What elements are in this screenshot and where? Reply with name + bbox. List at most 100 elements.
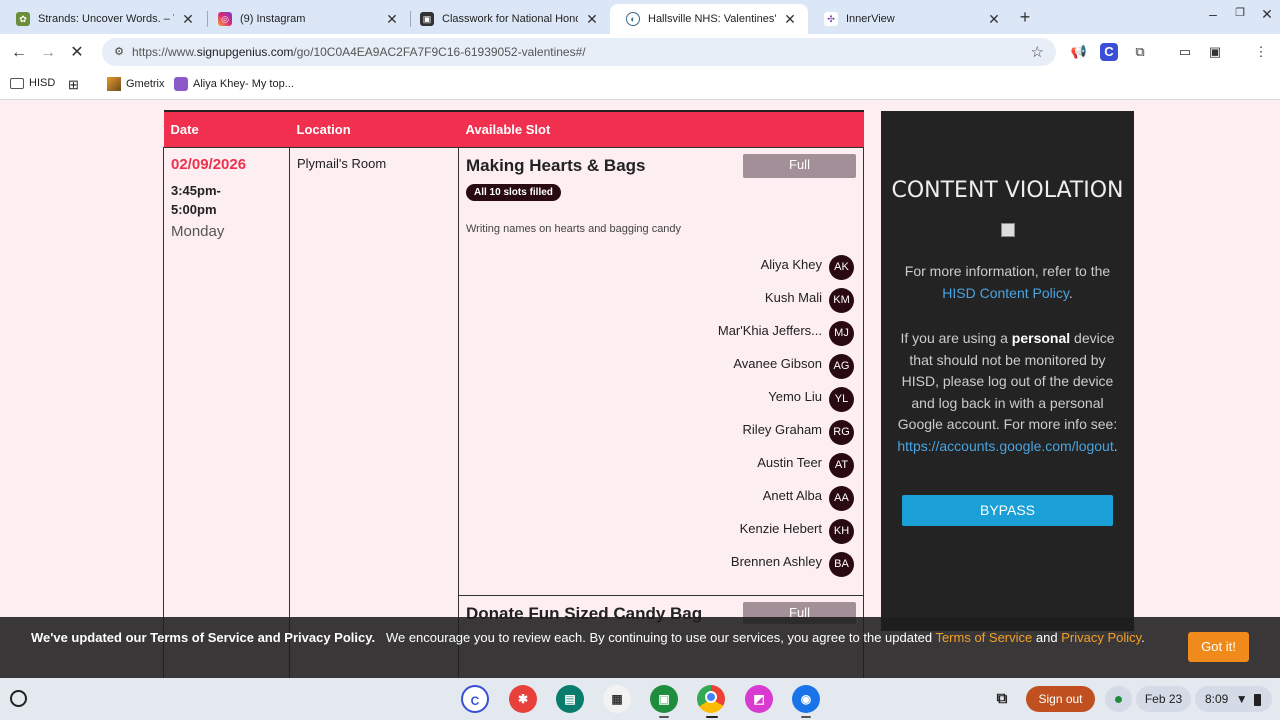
bookmark-hisd[interactable]: HISD — [10, 77, 55, 89]
sign-out-button[interactable]: Sign out — [1026, 686, 1095, 712]
tab-title: (9) Instagram — [240, 13, 306, 25]
bookmark-label: HISD — [29, 77, 56, 89]
megaphone-extension-icon[interactable]: 📢 — [1070, 43, 1088, 61]
list-item: Riley Graham RG — [466, 416, 856, 449]
close-icon[interactable]: ✕ — [584, 11, 600, 28]
policy-link[interactable]: HISD Content Policy — [942, 285, 1069, 301]
restore-icon[interactable]: ❐ — [1229, 6, 1251, 19]
bookmark-aliya[interactable]: Aliya Khey- My top... — [174, 77, 294, 91]
screen-share-icon[interactable]: ▣ — [1206, 43, 1224, 61]
broken-image-icon — [1000, 223, 1015, 237]
close-icon[interactable]: ✕ — [384, 11, 400, 28]
header-date: Date — [163, 110, 290, 147]
list-item: Aliya Khey AK — [466, 251, 856, 284]
camera-app-icon[interactable]: ◉ — [792, 685, 820, 713]
bookmark-label: Aliya Khey- My top... — [193, 78, 294, 90]
clock-time: 8:09 — [1205, 692, 1229, 706]
list-item: Anett Alba AA — [466, 482, 856, 515]
bookmark-star-icon[interactable]: ☆ — [1031, 43, 1044, 61]
close-window-icon[interactable]: ✕ — [1256, 6, 1278, 23]
content-violation-panel: CONTENT VIOLATION For more information, … — [881, 111, 1134, 631]
list-item: Brennen Ashley BA — [466, 548, 856, 581]
tab-title: Classwork for National Honor S — [442, 13, 578, 25]
launcher-icon[interactable] — [10, 690, 27, 707]
google-classroom-icon[interactable]: ▣ — [650, 685, 678, 713]
gmetrix-icon — [107, 77, 121, 91]
violation-info: For more information, refer to the HISD … — [881, 261, 1134, 304]
new-tab-button[interactable]: + — [1014, 6, 1036, 28]
minimize-icon[interactable]: – — [1202, 6, 1224, 22]
personal-bold: personal — [1011, 330, 1071, 346]
personal-text-pre: If you are using a — [900, 330, 1008, 346]
location-cell: Plymail's Room — [289, 146, 459, 678]
got-it-button[interactable]: Got it! — [1188, 632, 1249, 662]
apps-grid-icon[interactable]: ⊞ — [68, 77, 79, 93]
avatar: AA — [829, 485, 854, 511]
tab-title: Hallsville NHS: Valentines' Day — [648, 13, 776, 25]
extensions-puzzle-icon[interactable]: ⧉ — [1131, 43, 1149, 61]
close-icon[interactable]: ✕ — [782, 11, 798, 28]
privacy-link[interactable]: Privacy Policy — [1061, 630, 1141, 645]
clipboard-icon[interactable]: ⧉ — [988, 685, 1016, 713]
logout-link[interactable]: https://accounts.google.com/logout — [897, 438, 1113, 454]
signup-name: Kenzie Hebert — [739, 520, 822, 536]
paint-app-icon[interactable]: ✱ — [509, 685, 537, 713]
table-row: 02/09/2026 3:45pm- 5:00pm Monday Plymail… — [163, 146, 864, 678]
tab-strands[interactable]: ✿ Strands: Uncover Words. – The ✕ — [0, 4, 206, 34]
menu-kebab-icon[interactable]: ⋮ — [1252, 43, 1270, 61]
header-location: Location — [289, 110, 459, 147]
slots-filled-badge: All 10 slots filled — [466, 183, 561, 201]
tab-signupgenius[interactable]: ◐ Hallsville NHS: Valentines' Day ✕ — [610, 4, 808, 34]
back-icon[interactable]: ← — [8, 42, 30, 64]
slot-making-hearts: Making Hearts & Bags Full All 10 slots f… — [466, 153, 856, 581]
slot-cell: Making Hearts & Bags Full All 10 slots f… — [458, 146, 864, 678]
time-start: 3:45pm- — [171, 182, 221, 198]
close-icon[interactable]: ✕ — [180, 11, 196, 28]
c-extension-icon[interactable]: C — [1100, 43, 1118, 61]
full-button[interactable]: Full — [743, 153, 856, 178]
violation-personal: If you are using a personal device that … — [881, 328, 1134, 457]
app-running-indicator — [801, 716, 811, 718]
cookie-period: . — [1141, 630, 1145, 645]
stop-loading-icon[interactable]: ✕ — [66, 42, 88, 64]
address-bar[interactable]: ⚙ https://www.signupgenius.com/go/10C0A4… — [102, 38, 1056, 66]
instagram-icon: ◎ — [218, 12, 232, 26]
time-tray[interactable]: 8:09 ▼ — [1195, 686, 1272, 712]
tab-innerview[interactable]: ✣ InnerView ✕ — [808, 4, 1012, 34]
bookmark-gmetrix[interactable]: Gmetrix — [107, 77, 165, 91]
status-dot-tray[interactable] — [1105, 686, 1132, 712]
slot-date: 02/09/2026 — [171, 155, 247, 173]
signup-name: Avanee Gibson — [733, 355, 822, 371]
forward-icon[interactable]: → — [37, 42, 59, 64]
qr-app-icon[interactable]: ▦ — [603, 685, 631, 713]
bookmarks-bar: HISD ⊞ Gmetrix Aliya Khey- My top... — [0, 70, 1280, 100]
list-item: Avanee Gibson AG — [466, 350, 856, 383]
slot-location: Plymail's Room — [297, 155, 387, 171]
close-icon[interactable]: ✕ — [986, 11, 1002, 28]
signup-name: Anett Alba — [762, 487, 822, 503]
tab-strip: ✿ Strands: Uncover Words. – The ✕ ◎ (9) … — [0, 0, 1280, 34]
bypass-button[interactable]: BYPASS — [902, 495, 1113, 526]
chrome-app-icon[interactable] — [697, 685, 725, 713]
classroom-app-icon[interactable]: ▤ — [556, 685, 584, 713]
site-settings-icon[interactable]: ⚙ — [110, 43, 128, 61]
signup-name: Mar'Khia Jeffers... — [717, 322, 822, 338]
signup-list: Aliya Khey AK Kush Mali KM Mar'Khia Jeffer… — [466, 251, 856, 581]
terms-link[interactable]: Terms of Service — [935, 630, 1032, 645]
info-text: For more information, refer to the — [904, 263, 1111, 279]
wifi-icon: ▼ — [1235, 692, 1248, 706]
tab-instagram[interactable]: ◎ (9) Instagram ✕ — [202, 4, 410, 34]
cast-icon[interactable]: ▭ — [1176, 43, 1194, 61]
canva-app-icon[interactable]: C — [461, 685, 489, 713]
signup-name: Yemo Liu — [768, 388, 822, 404]
tab-classroom[interactable]: ▣ Classwork for National Honor S ✕ — [404, 4, 610, 34]
list-item: Mar'Khia Jeffers... MJ — [466, 317, 856, 350]
date-tray[interactable]: Feb 23 — [1136, 686, 1191, 712]
list-item: Yemo Liu YL — [466, 383, 856, 416]
signupgenius-icon: ◐ — [626, 12, 640, 26]
gallery-app-icon[interactable]: ◩ — [745, 685, 773, 713]
battery-icon — [1253, 693, 1261, 706]
cookie-bold: We've updated our Terms of Service and P… — [31, 630, 376, 645]
folder-icon — [10, 77, 24, 89]
signup-name: Brennen Ashley — [730, 553, 822, 569]
